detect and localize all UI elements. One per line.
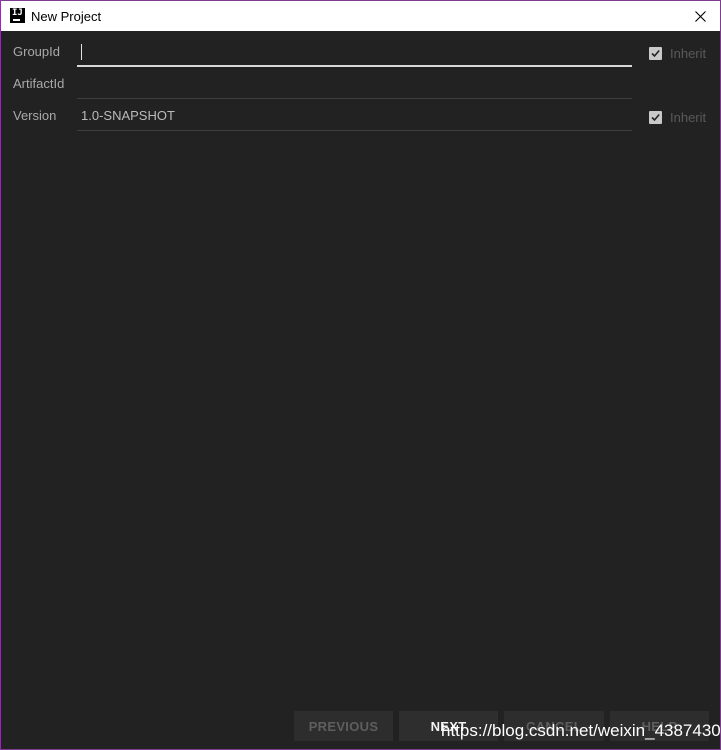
intellij-app-icon: IJ	[10, 8, 25, 23]
group-id-label: GroupId	[13, 44, 60, 59]
cancel-button[interactable]: CANCEL	[504, 711, 604, 741]
version-row: Version Inherit	[1, 101, 720, 131]
close-icon	[694, 10, 706, 22]
version-inherit-label: Inherit	[670, 109, 707, 125]
window-title: New Project	[31, 9, 102, 24]
text-caret	[81, 44, 82, 60]
title-bar[interactable]: IJ New Project	[1, 1, 720, 31]
group-id-input[interactable]	[77, 37, 632, 67]
close-button[interactable]	[680, 1, 720, 31]
previous-button[interactable]: PREVIOUS	[294, 711, 393, 741]
next-button[interactable]: NEXT	[399, 711, 498, 741]
version-input[interactable]	[77, 101, 632, 131]
checkmark-icon	[651, 113, 660, 121]
artifact-id-row: ArtifactId	[1, 69, 720, 99]
version-inherit-checkbox[interactable]	[649, 110, 662, 124]
version-label: Version	[13, 108, 57, 123]
artifact-id-input[interactable]	[77, 69, 632, 99]
help-button[interactable]: HELP	[610, 711, 709, 741]
version-inherit[interactable]: Inherit	[649, 109, 706, 125]
group-id-row: GroupId Inherit	[1, 37, 720, 67]
new-project-dialog: IJ New Project GroupId Inherit ArtifactI…	[1, 1, 720, 749]
checkmark-icon	[651, 49, 660, 57]
group-id-inherit[interactable]: Inherit	[649, 45, 706, 61]
group-id-inherit-checkbox[interactable]	[649, 46, 662, 60]
app-icon-text: IJ	[12, 8, 23, 18]
group-id-inherit-label: Inherit	[670, 45, 707, 61]
artifact-id-label: ArtifactId	[13, 76, 65, 91]
